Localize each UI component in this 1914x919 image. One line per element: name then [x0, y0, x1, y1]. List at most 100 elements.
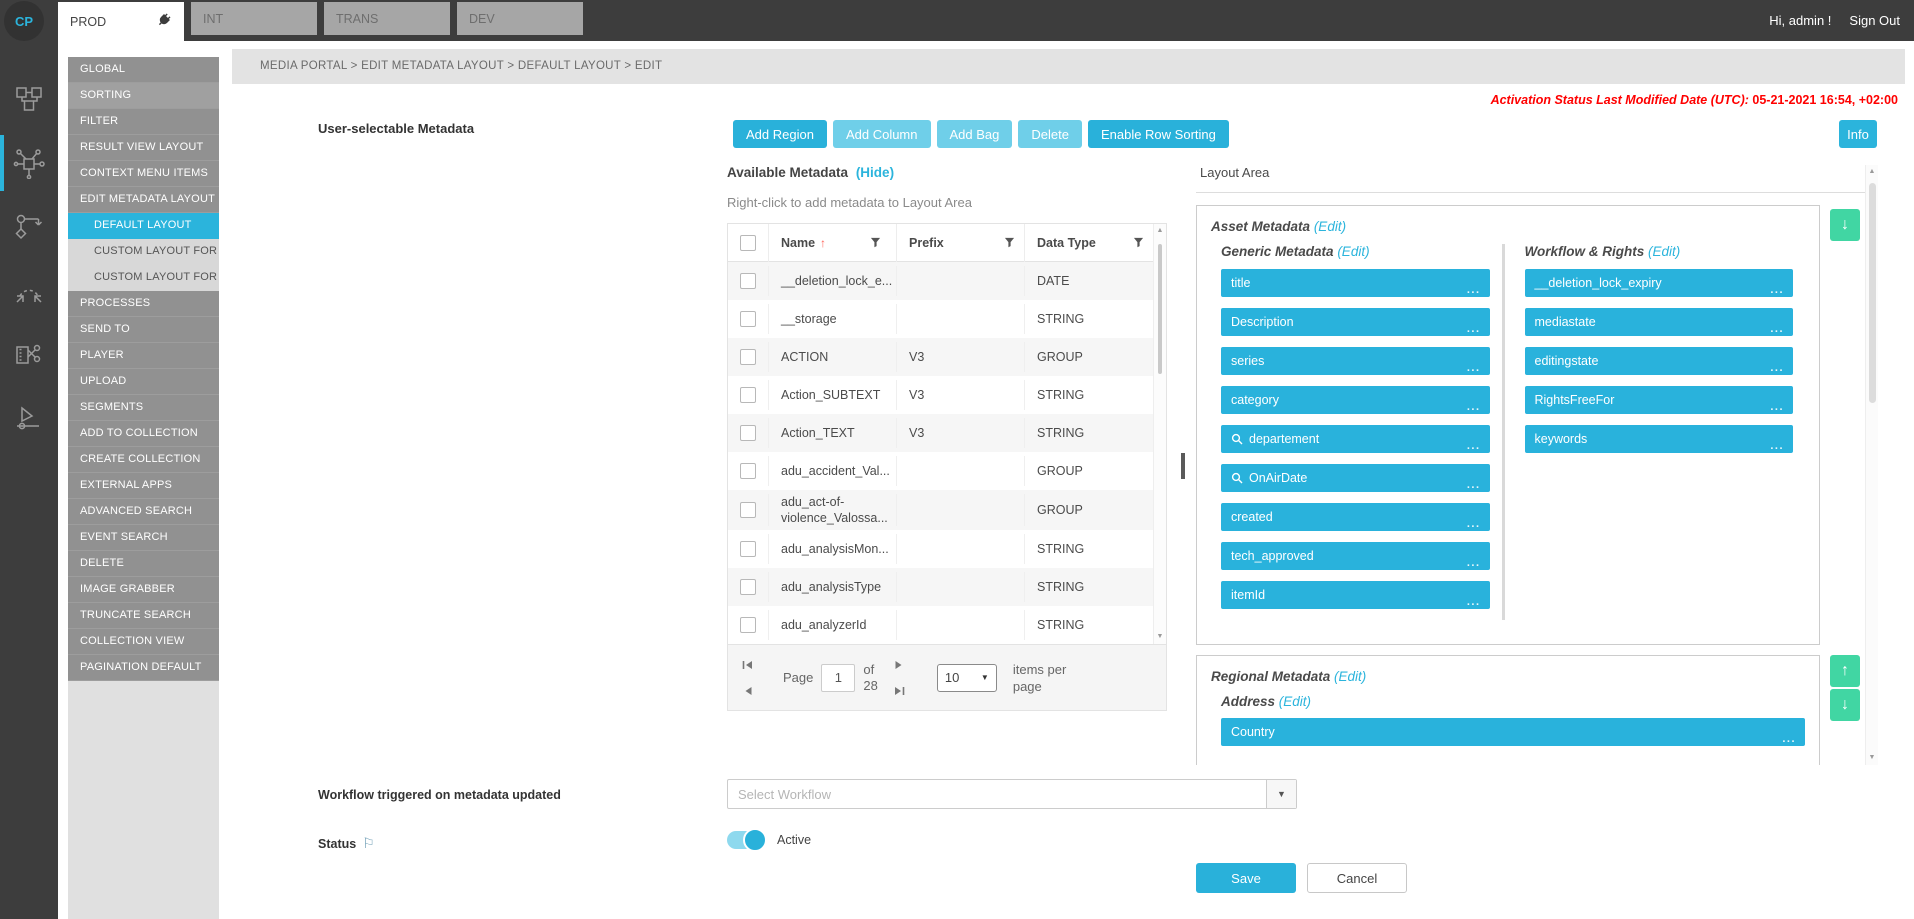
- workflow-select[interactable]: Select Workflow ▼: [727, 779, 1297, 809]
- dropdown-arrow-icon[interactable]: ▼: [1266, 780, 1296, 808]
- column-header-datatype[interactable]: Data Type: [1024, 224, 1153, 262]
- filter-icon[interactable]: [1004, 237, 1015, 248]
- metadata-chip[interactable]: category ...: [1221, 386, 1490, 414]
- move-up-button[interactable]: ↑: [1830, 655, 1860, 687]
- modules-icon[interactable]: [0, 67, 58, 131]
- row-checkbox[interactable]: [740, 463, 756, 479]
- filter-icon[interactable]: [1133, 237, 1144, 248]
- sidebar-item[interactable]: COLLECTION VIEW: [68, 629, 219, 655]
- scrollbar-thumb[interactable]: [1158, 244, 1162, 374]
- scroll-up-icon[interactable]: ▲: [1157, 224, 1164, 238]
- sidebar-item[interactable]: CUSTOM LAYOUT FOR C...: [68, 265, 219, 291]
- sidebar-item[interactable]: TRUNCATE SEARCH: [68, 603, 219, 629]
- cancel-button[interactable]: Cancel: [1307, 863, 1407, 893]
- metadata-chip[interactable]: editingstate ...: [1525, 347, 1794, 375]
- metadata-chip[interactable]: RightsFreeFor ...: [1525, 386, 1794, 414]
- sidebar-item[interactable]: SEGMENTS: [68, 395, 219, 421]
- table-row[interactable]: adu_accident_Val... GROUP: [728, 452, 1153, 490]
- metadata-chip[interactable]: keywords ...: [1525, 425, 1794, 453]
- table-row[interactable]: Action_TEXT V3 STRING: [728, 414, 1153, 452]
- move-down-button[interactable]: ↓: [1830, 689, 1860, 721]
- asset-metadata-edit-link[interactable]: (Edit): [1314, 219, 1346, 234]
- metadata-chip[interactable]: __deletion_lock_expiry ...: [1525, 269, 1794, 297]
- sidebar-item[interactable]: EVENT SEARCH: [68, 525, 219, 551]
- row-checkbox[interactable]: [740, 617, 756, 633]
- table-row[interactable]: adu_analyzerId STRING: [728, 606, 1153, 644]
- sidebar-item[interactable]: CONTEXT MENU ITEMS: [68, 161, 219, 187]
- sidebar-item[interactable]: PAGINATION DEFAULT VALUE: [68, 655, 219, 681]
- page-number-input[interactable]: [821, 664, 855, 692]
- sidebar-item[interactable]: DEFAULT LAYOUT: [68, 213, 219, 239]
- table-row[interactable]: __storage STRING: [728, 300, 1153, 338]
- sidebar-item[interactable]: CREATE COLLECTION: [68, 447, 219, 473]
- environment-tab[interactable]: INT: [191, 2, 317, 35]
- first-page-button[interactable]: [742, 660, 753, 670]
- scroll-up-icon[interactable]: ▲: [1869, 165, 1876, 179]
- sidebar-item[interactable]: PLAYER: [68, 343, 219, 369]
- sidebar-item[interactable]: RESULT VIEW LAYOUT: [68, 135, 219, 161]
- metadata-chip[interactable]: tech_approved ...: [1221, 542, 1490, 570]
- sidebar-item[interactable]: PROCESSES: [68, 291, 219, 317]
- info-button[interactable]: Info: [1839, 120, 1877, 148]
- workflow-rights-edit-link[interactable]: (Edit): [1648, 244, 1680, 259]
- table-row[interactable]: ACTION V3 GROUP: [728, 338, 1153, 376]
- grid-vertical-scrollbar[interactable]: ▲ ▼: [1153, 224, 1166, 644]
- row-checkbox[interactable]: [740, 541, 756, 557]
- sidebar-item[interactable]: ADVANCED SEARCH: [68, 499, 219, 525]
- row-checkbox[interactable]: [740, 387, 756, 403]
- sidebar-item[interactable]: IMAGE GRABBER: [68, 577, 219, 603]
- address-edit-link[interactable]: (Edit): [1279, 694, 1311, 709]
- sidebar-item[interactable]: ADD TO COLLECTION: [68, 421, 219, 447]
- regional-metadata-edit-link[interactable]: (Edit): [1334, 669, 1366, 684]
- column-header-prefix[interactable]: Prefix: [896, 224, 1024, 262]
- environment-tab[interactable]: TRANS: [324, 2, 450, 35]
- grabber-icon[interactable]: [0, 387, 58, 451]
- row-checkbox[interactable]: [740, 425, 756, 441]
- add-region-button[interactable]: Add Region: [733, 120, 827, 148]
- hide-link[interactable]: (Hide): [856, 165, 894, 180]
- panel-splitter-handle[interactable]: [1181, 453, 1185, 479]
- save-button[interactable]: Save: [1196, 863, 1296, 893]
- sidebar-item[interactable]: DELETE: [68, 551, 219, 577]
- generic-metadata-edit-link[interactable]: (Edit): [1337, 244, 1369, 259]
- clip-icon[interactable]: [0, 323, 58, 387]
- scroll-down-icon[interactable]: ▼: [1869, 751, 1876, 765]
- last-page-button[interactable]: [894, 686, 905, 696]
- delete-button[interactable]: Delete: [1018, 120, 1082, 148]
- table-row[interactable]: adu_analysisMon... STRING: [728, 530, 1153, 568]
- sidebar-item[interactable]: CUSTOM LAYOUT FOR I...: [68, 239, 219, 265]
- metadata-chip[interactable]: series ...: [1221, 347, 1490, 375]
- add-column-button[interactable]: Add Column: [833, 120, 931, 148]
- sign-out-link[interactable]: Sign Out: [1849, 13, 1900, 28]
- sidebar-item[interactable]: SORTING: [68, 83, 219, 109]
- metadata-chip[interactable]: OnAirDate ...: [1221, 464, 1490, 492]
- select-all-checkbox[interactable]: [740, 235, 756, 251]
- metadata-chip[interactable]: departement ...: [1221, 425, 1490, 453]
- row-checkbox[interactable]: [740, 311, 756, 327]
- sidebar-item[interactable]: EDIT METADATA LAYOUT: [68, 187, 219, 213]
- row-checkbox[interactable]: [740, 502, 756, 518]
- metadata-chip[interactable]: created ...: [1221, 503, 1490, 531]
- sidebar-item[interactable]: UPLOAD: [68, 369, 219, 395]
- row-checkbox[interactable]: [740, 349, 756, 365]
- sidebar-item[interactable]: FILTER: [68, 109, 219, 135]
- workflow-icon[interactable]: [0, 195, 58, 259]
- sidebar-item[interactable]: GLOBAL CONFIGURATION: [68, 57, 219, 83]
- page-size-select[interactable]: 10 ▼: [937, 664, 997, 692]
- filter-icon[interactable]: [870, 237, 881, 248]
- sidebar-item[interactable]: SEND TO: [68, 317, 219, 343]
- metadata-chip[interactable]: title ...: [1221, 269, 1490, 297]
- table-row[interactable]: Action_SUBTEXT V3 STRING: [728, 376, 1153, 414]
- table-row[interactable]: __deletion_lock_e... DATE: [728, 262, 1153, 300]
- metadata-chip[interactable]: mediastate ...: [1525, 308, 1794, 336]
- sidebar-item[interactable]: EXTERNAL APPS: [68, 473, 219, 499]
- configuration-icon[interactable]: [0, 131, 58, 195]
- metadata-chip[interactable]: Description ...: [1221, 308, 1490, 336]
- add-bag-button[interactable]: Add Bag: [937, 120, 1013, 148]
- row-checkbox[interactable]: [740, 273, 756, 289]
- metadata-chip[interactable]: Country ...: [1221, 718, 1805, 746]
- row-checkbox[interactable]: [740, 579, 756, 595]
- previous-page-button[interactable]: [744, 686, 752, 696]
- move-down-button[interactable]: ↓: [1830, 209, 1860, 241]
- enable-row-sorting-button[interactable]: Enable Row Sorting: [1088, 120, 1229, 148]
